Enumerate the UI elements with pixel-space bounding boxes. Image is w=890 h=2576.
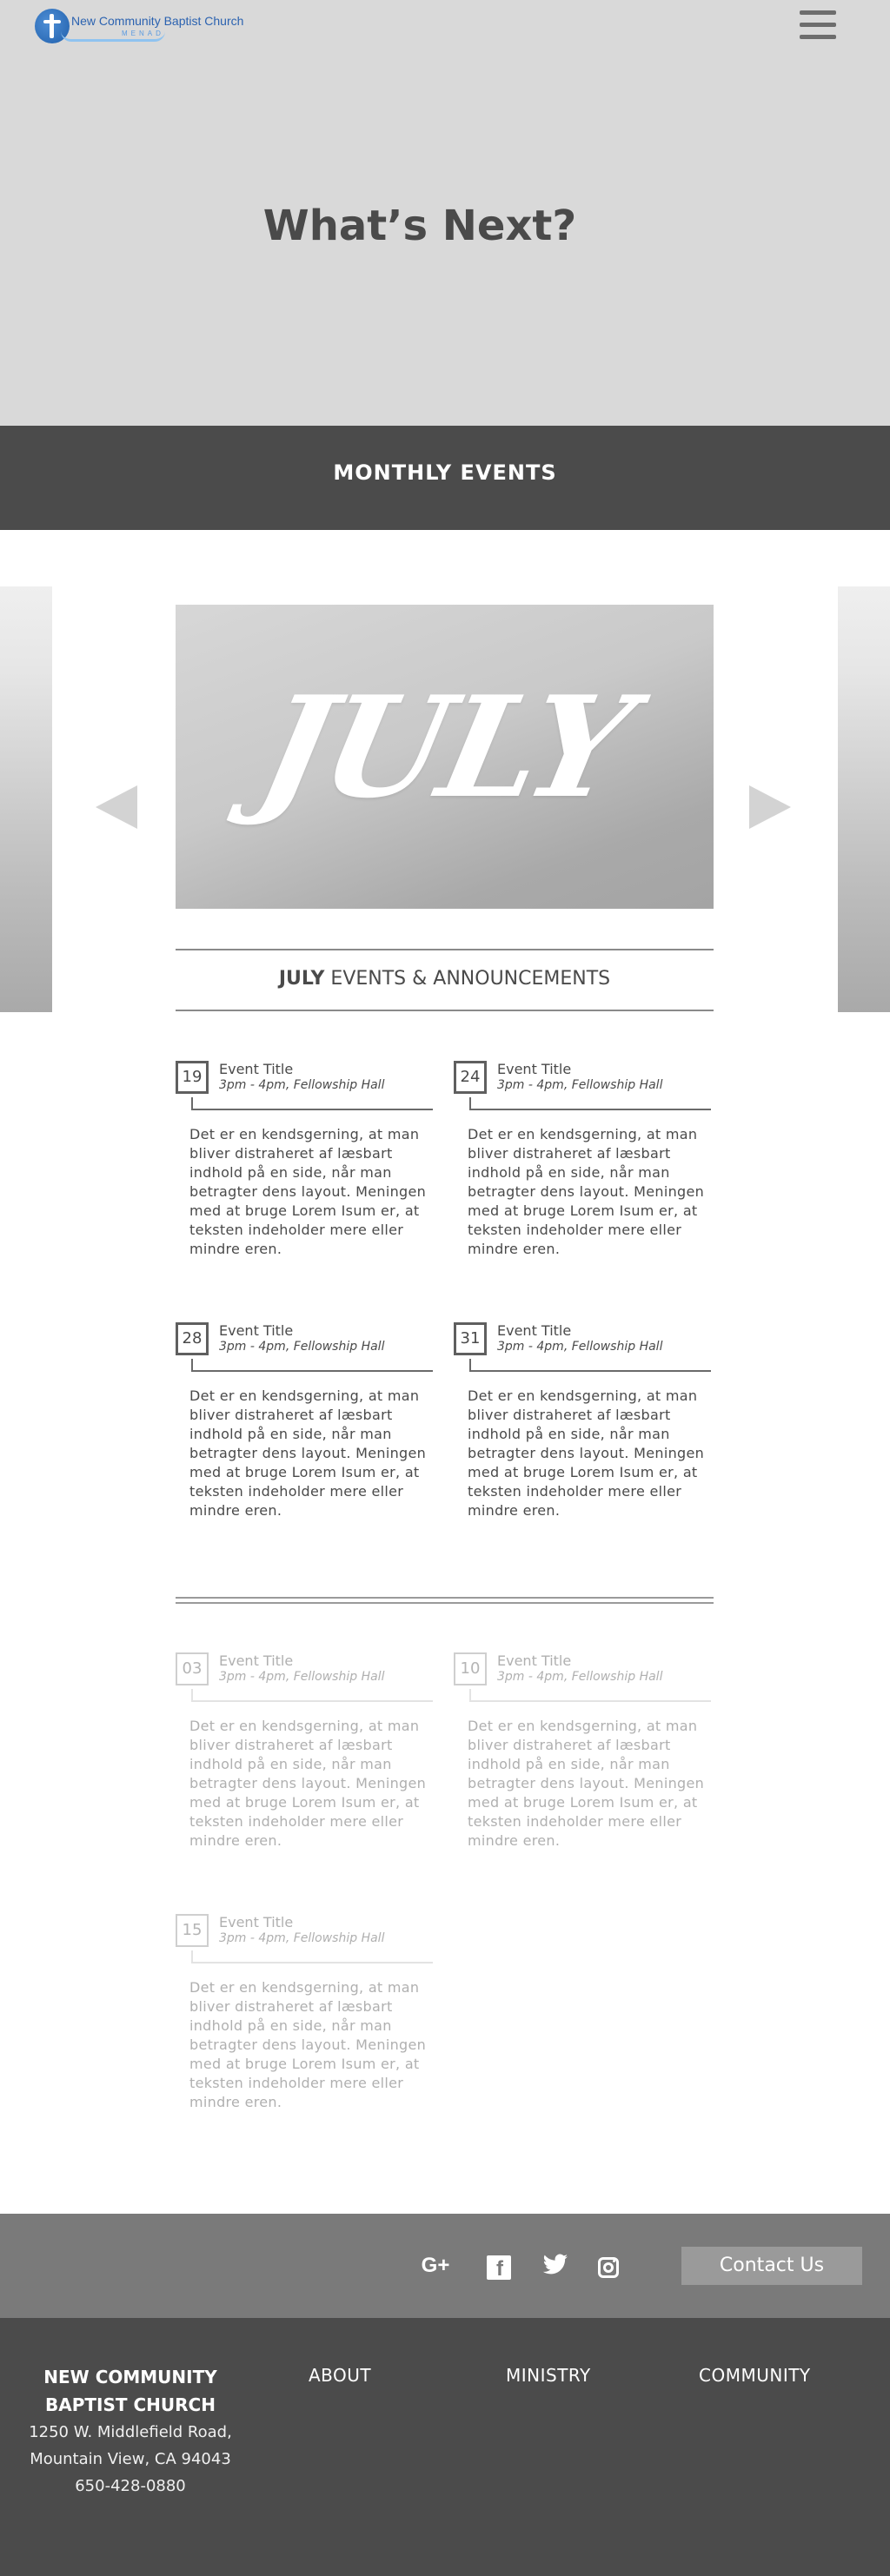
month-banner: JULY [176, 605, 714, 909]
org-name-line-1: NEW COMMUNITY [43, 2367, 217, 2387]
event-title: Event Title [219, 1061, 294, 1077]
logo-subtext: MENAD [122, 30, 164, 37]
facebook-glyph: f [496, 2257, 503, 2281]
facebook-icon[interactable]: f [487, 2255, 511, 2280]
footer-social-bar: G+ f Contact Us [0, 2214, 890, 2318]
event-title: Event Title [497, 1322, 572, 1339]
event-card[interactable]: 19 Event Title 3pm - 4pm, Fellowship Hal… [176, 1061, 433, 1287]
event-title: Event Title [497, 1061, 572, 1077]
address-line-2: Mountain View, CA 94043 [30, 2450, 231, 2468]
event-divider [191, 1950, 193, 1963]
church-info: NEW COMMUNITY BAPTIST CHURCH 1250 W. Mid… [26, 2363, 235, 2500]
event-title: Event Title [219, 1322, 294, 1339]
month-banner-text: JULY [246, 666, 643, 829]
event-description: Det er en kendsgerning, at man bliver di… [189, 1718, 427, 1849]
event-description: Det er en kendsgerning, at man bliver di… [189, 1979, 427, 2110]
event-time: 3pm - 4pm, Fellowship Hall [497, 1078, 663, 1092]
event-title: Event Title [219, 1914, 294, 1930]
google-plus-icon[interactable]: G+ [421, 2254, 450, 2278]
carousel-prev-slide[interactable] [0, 586, 52, 1012]
hamburger-icon[interactable] [800, 10, 838, 42]
event-description: Det er en kendsgerning, at man bliver di… [468, 1718, 705, 1849]
event-time: 3pm - 4pm, Fellowship Hall [219, 1931, 385, 1945]
event-card[interactable]: 24 Event Title 3pm - 4pm, Fellowship Hal… [454, 1061, 711, 1287]
event-card[interactable]: 28 Event Title 3pm - 4pm, Fellowship Hal… [176, 1322, 433, 1548]
event-time: 3pm - 4pm, Fellowship Hall [219, 1670, 385, 1684]
event-description: Det er en kendsgerning, at man bliver di… [189, 1126, 427, 1257]
page-title: What’s Next? [262, 202, 577, 250]
announcements-title: JULY EVENTS & ANNOUNCEMENTS [279, 968, 610, 990]
event-date-badge: 10 [454, 1652, 487, 1685]
footer: NEW COMMUNITY BAPTIST CHURCH 1250 W. Mid… [0, 2318, 890, 2576]
event-divider [469, 1689, 471, 1701]
logo-text: New Community Baptist Church [71, 14, 244, 28]
event-date-badge: 28 [176, 1322, 209, 1355]
event-date-badge: 03 [176, 1652, 209, 1685]
event-card[interactable]: 31 Event Title 3pm - 4pm, Fellowship Hal… [454, 1322, 711, 1548]
event-card[interactable]: 15 Event Title 3pm - 4pm, Fellowship Hal… [176, 1914, 433, 2140]
event-time: 3pm - 4pm, Fellowship Hall [219, 1078, 385, 1092]
instagram-icon[interactable] [596, 2255, 621, 2280]
triangle-right-icon[interactable] [749, 785, 791, 829]
section-title: MONTHLY EVENTS [333, 460, 557, 485]
event-time: 3pm - 4pm, Fellowship Hall [497, 1340, 663, 1354]
event-divider [191, 1109, 433, 1110]
org-name-line-2: BAPTIST CHURCH [45, 2394, 216, 2415]
event-card[interactable]: 03 Event Title 3pm - 4pm, Fellowship Hal… [176, 1652, 433, 1878]
twitter-glyph [542, 2254, 568, 2275]
event-divider [469, 1700, 711, 1702]
footer-link-ministry[interactable]: MINISTRY [506, 2365, 591, 2386]
event-description: Det er en kendsgerning, at man bliver di… [468, 1126, 705, 1257]
event-divider [191, 1097, 193, 1109]
event-title: Event Title [497, 1652, 572, 1669]
event-divider [469, 1359, 471, 1371]
event-date-badge: 31 [454, 1322, 487, 1355]
event-divider [191, 1689, 193, 1701]
twitter-icon[interactable] [541, 2254, 570, 2278]
month-divider [176, 1597, 714, 1604]
event-description: Det er en kendsgerning, at man bliver di… [189, 1387, 427, 1519]
event-divider [191, 1962, 433, 1963]
footer-link-community[interactable]: COMMUNITY [699, 2365, 811, 2386]
carousel-next-slide[interactable] [838, 586, 890, 1012]
event-divider [469, 1097, 471, 1109]
announcements-rest: EVENTS & ANNOUNCEMENTS [324, 968, 611, 990]
event-date-badge: 24 [454, 1061, 487, 1094]
event-divider [191, 1700, 433, 1702]
address-line-1: 1250 W. Middlefield Road, [29, 2423, 232, 2441]
church-logo[interactable]: New Community Baptist Church MENAD [35, 9, 243, 47]
section-header: MONTHLY EVENTS [0, 426, 890, 530]
announcements-month: JULY [278, 968, 325, 990]
footer-link-about[interactable]: ABOUT [309, 2365, 371, 2386]
triangle-left-icon[interactable] [96, 785, 137, 829]
event-description: Det er en kendsgerning, at man bliver di… [468, 1387, 705, 1519]
event-divider [191, 1359, 193, 1371]
event-card[interactable]: 10 Event Title 3pm - 4pm, Fellowship Hal… [454, 1652, 711, 1878]
event-title: Event Title [219, 1652, 294, 1669]
hero-section: New Community Baptist Church MENAD What’… [0, 0, 890, 426]
event-date-badge: 15 [176, 1914, 209, 1947]
event-date-badge: 19 [176, 1061, 209, 1094]
event-divider [469, 1370, 711, 1372]
event-divider [191, 1370, 433, 1372]
event-time: 3pm - 4pm, Fellowship Hall [219, 1340, 385, 1354]
phone-number[interactable]: 650-428-0880 [26, 2473, 235, 2500]
event-divider [469, 1109, 711, 1110]
announcements-heading: JULY EVENTS & ANNOUNCEMENTS [176, 949, 714, 1011]
contact-us-button[interactable]: Contact Us [681, 2247, 862, 2285]
event-time: 3pm - 4pm, Fellowship Hall [497, 1670, 663, 1684]
